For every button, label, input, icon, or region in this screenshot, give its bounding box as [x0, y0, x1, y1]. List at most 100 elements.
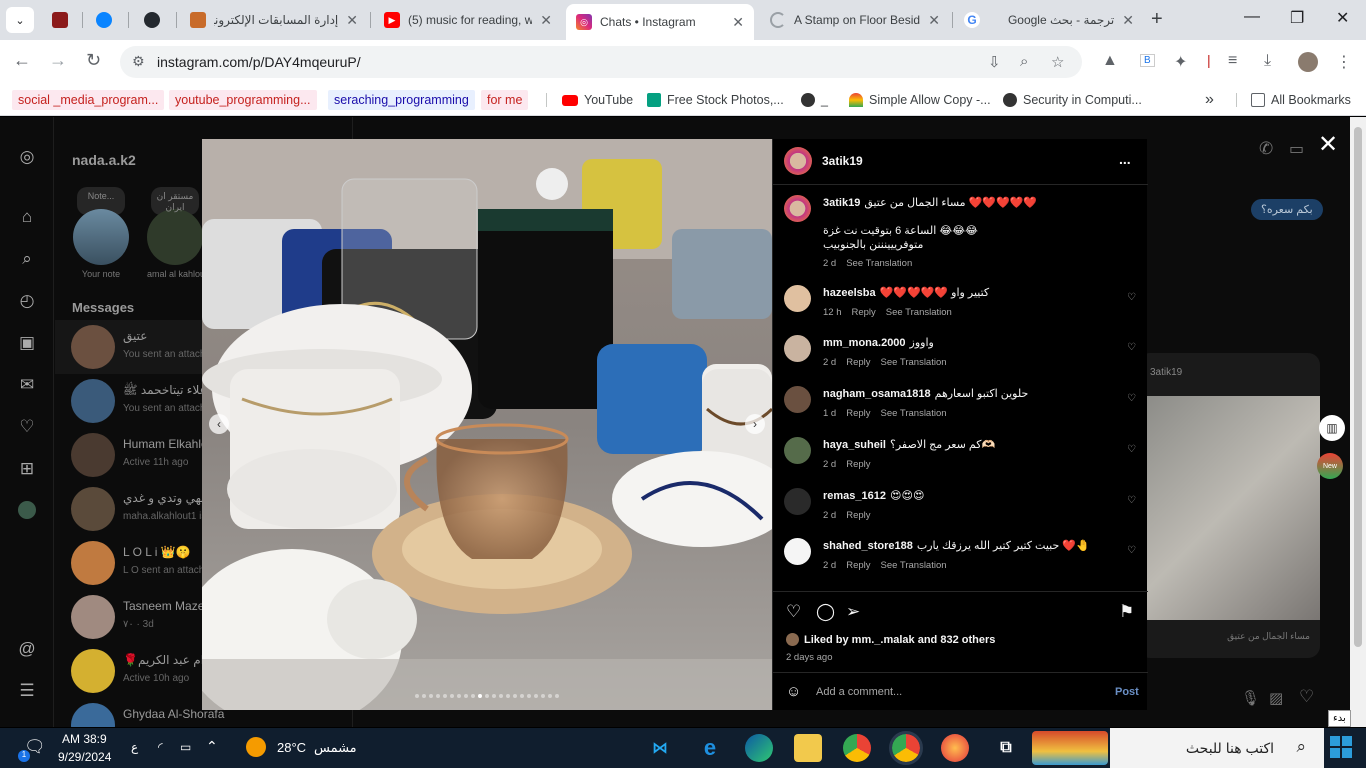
- likes-summary[interactable]: Liked by mm._.malak and 832 others: [786, 633, 995, 646]
- clock-date[interactable]: 9/29/2024: [58, 750, 111, 764]
- comment-icon[interactable]: ◯: [816, 602, 835, 622]
- emoji-icon[interactable]: ☺: [786, 683, 801, 700]
- see-translation-link[interactable]: See Translation: [881, 408, 947, 419]
- comment-like-heart-icon[interactable]: ♡: [1127, 444, 1136, 455]
- tab-5[interactable]: ▶ (5) music for reading, w ✕: [374, 4, 562, 36]
- reading-mode-icon[interactable]: ▥: [1319, 415, 1345, 441]
- commenter-username[interactable]: hazeelsba: [823, 287, 876, 299]
- bookmark-youtube-programming[interactable]: youtube_programming...: [169, 90, 317, 110]
- bookmark-simple-allow-copy[interactable]: Simple Allow Copy -...: [849, 90, 991, 110]
- explore-icon[interactable]: ◴: [17, 291, 37, 311]
- author-avatar[interactable]: [784, 195, 811, 222]
- bookmark-for-me[interactable]: for me: [481, 90, 529, 110]
- task-view-icon[interactable]: ⧉: [992, 734, 1020, 762]
- microphone-icon[interactable]: 🎙: [1241, 689, 1260, 707]
- chrome-icon[interactable]: [843, 734, 871, 762]
- extension-a-icon[interactable]: ▲: [1102, 52, 1118, 70]
- extension-b-icon[interactable]: B: [1140, 54, 1155, 67]
- notifications-heart-icon[interactable]: ♡: [17, 417, 37, 437]
- wifi-icon[interactable]: ◜: [158, 740, 163, 754]
- comment-like-heart-icon[interactable]: ♡: [1127, 545, 1136, 556]
- author-username[interactable]: 3atik19: [822, 154, 863, 168]
- tab-2[interactable]: [86, 4, 126, 36]
- commenter-avatar[interactable]: [784, 386, 811, 413]
- zoom-icon[interactable]: ⌕: [1020, 53, 1028, 70]
- commenter-avatar[interactable]: [784, 488, 811, 515]
- comment-like-heart-icon[interactable]: ♡: [1127, 292, 1136, 303]
- reply-link[interactable]: Reply: [846, 357, 870, 368]
- address-bar[interactable]: ⚙ instagram.com/p/DAY4mqeuruP/ ⇩ ⌕ ☆: [120, 46, 1082, 78]
- reload-icon[interactable]: ↻: [86, 50, 101, 71]
- close-icon[interactable]: ✕: [540, 12, 552, 29]
- comment-like-heart-icon[interactable]: ♡: [1127, 393, 1136, 404]
- carousel-prev-button[interactable]: ‹: [209, 414, 229, 434]
- post-photo[interactable]: [202, 139, 772, 710]
- see-translation-link[interactable]: See Translation: [846, 258, 912, 269]
- more-options-icon[interactable]: ...: [1119, 151, 1131, 167]
- see-translation-link[interactable]: See Translation: [881, 560, 947, 571]
- tab-3[interactable]: [134, 4, 174, 36]
- tab-7[interactable]: A Stamp on Floor Besid ✕: [760, 4, 950, 36]
- close-window-button[interactable]: ✕: [1336, 8, 1349, 28]
- author-avatar[interactable]: [784, 147, 812, 175]
- like-heart-icon[interactable]: ♡: [786, 602, 801, 622]
- messenger-icon[interactable]: ✉: [17, 375, 37, 395]
- tab-8[interactable]: G ترجمة - بحث Google ✕: [954, 4, 1144, 36]
- internet-explorer-icon[interactable]: e: [696, 734, 724, 762]
- search-icon[interactable]: ⌕: [17, 249, 37, 269]
- heart-icon[interactable]: ♡: [1299, 687, 1314, 707]
- bookmark-security-computing[interactable]: Security in Computi...: [1003, 90, 1142, 110]
- maximize-button[interactable]: ❐: [1290, 8, 1304, 28]
- see-translation-link[interactable]: See Translation: [886, 307, 952, 318]
- commenter-avatar[interactable]: [784, 335, 811, 362]
- instagram-logo-icon[interactable]: ◎: [17, 147, 37, 167]
- windows-start-icon[interactable]: [1330, 736, 1352, 758]
- commenter-username[interactable]: haya_suheil: [823, 439, 886, 451]
- create-icon[interactable]: ⊞: [17, 459, 37, 479]
- reply-link[interactable]: Reply: [846, 408, 870, 419]
- note-yours[interactable]: Note... Your note: [73, 187, 129, 279]
- forward-icon[interactable]: →: [49, 50, 67, 71]
- vscode-icon[interactable]: ⋈: [646, 734, 674, 762]
- bookmark-star-icon[interactable]: ☆: [1051, 53, 1064, 71]
- file-explorer-icon[interactable]: [794, 734, 822, 762]
- carousel-next-button[interactable]: ›: [745, 414, 765, 434]
- tab-instagram-active[interactable]: ◎ Chats • Instagram ✕: [566, 4, 754, 40]
- commenter-username[interactable]: nagham_osama1818: [823, 388, 931, 400]
- battery-icon[interactable]: ▭: [180, 740, 191, 754]
- reply-link[interactable]: Reply: [846, 510, 870, 521]
- bookmarks-overflow-button[interactable]: »: [1205, 90, 1214, 110]
- download-icon[interactable]: ⤓: [1264, 52, 1271, 70]
- bookmark-youtube[interactable]: YouTube: [562, 90, 633, 110]
- back-icon[interactable]: ←: [13, 50, 31, 71]
- threads-icon[interactable]: @: [17, 639, 37, 659]
- search-highlight-image[interactable]: [1032, 731, 1108, 765]
- close-icon[interactable]: ✕: [1122, 12, 1134, 29]
- see-translation-link[interactable]: See Translation: [881, 357, 947, 368]
- commenter-avatar[interactable]: [784, 437, 811, 464]
- edge-icon[interactable]: [745, 734, 773, 762]
- page-scrollbar[interactable]: [1350, 117, 1366, 727]
- reels-icon[interactable]: ▣: [17, 333, 37, 353]
- input-language[interactable]: ع: [131, 740, 138, 754]
- modal-close-icon[interactable]: ✕: [1318, 130, 1338, 159]
- tray-chevron-icon[interactable]: ⌃: [206, 738, 218, 755]
- commenter-username[interactable]: remas_1612: [823, 490, 886, 502]
- reply-link[interactable]: Reply: [846, 459, 870, 470]
- firefox-icon[interactable]: [941, 734, 969, 762]
- close-icon[interactable]: ✕: [732, 14, 744, 31]
- commenter-avatar[interactable]: [784, 538, 811, 565]
- profile-avatar[interactable]: [1298, 52, 1318, 72]
- scrollbar-thumb[interactable]: [1354, 127, 1362, 647]
- reply-link[interactable]: Reply: [846, 560, 870, 571]
- share-icon[interactable]: ➢: [846, 602, 860, 622]
- tab-1[interactable]: [42, 4, 82, 36]
- bookmark-social-media[interactable]: social _media_program...: [12, 90, 165, 110]
- add-comment-input[interactable]: Add a comment...: [816, 686, 902, 698]
- install-app-icon[interactable]: ⇩: [988, 53, 1001, 71]
- bookmark-underscore[interactable]: _: [801, 90, 828, 110]
- comment-like-heart-icon[interactable]: ♡: [1127, 495, 1136, 506]
- weather-temperature[interactable]: 28°C: [277, 740, 306, 755]
- chrome-active-icon[interactable]: [889, 731, 923, 765]
- comment-like-heart-icon[interactable]: ♡: [1127, 342, 1136, 353]
